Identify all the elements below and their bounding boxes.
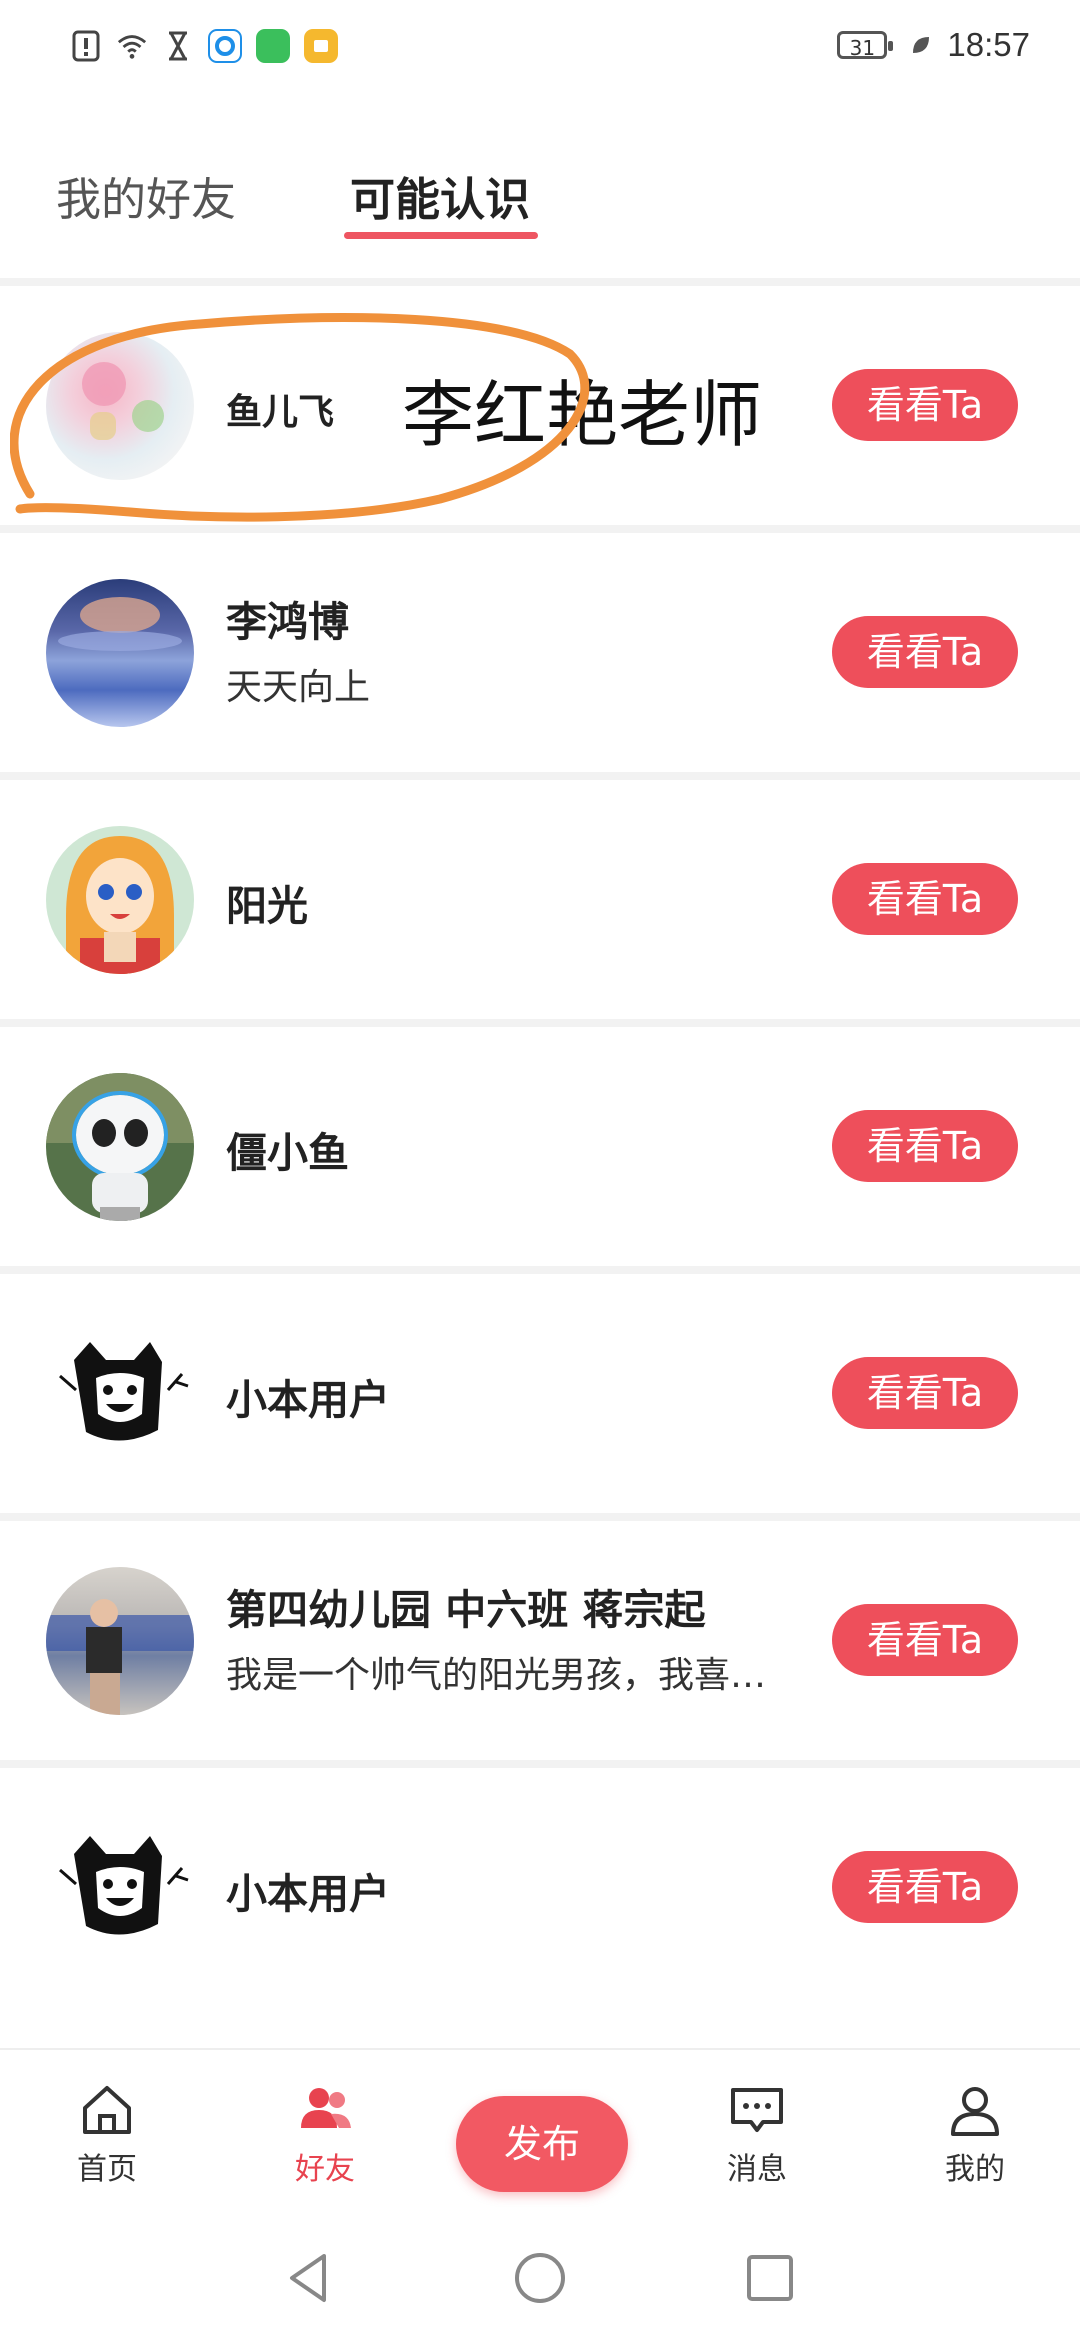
back-icon[interactable]	[280, 2248, 340, 2308]
message-icon	[731, 2088, 783, 2132]
list-item[interactable]: 僵小鱼 看看Ta	[0, 1019, 1080, 1266]
view-profile-button[interactable]: 看看Ta	[832, 1357, 1018, 1429]
avatar[interactable]	[46, 1320, 194, 1468]
person-name: 李鸿博	[226, 598, 349, 646]
person-name: 小本用户	[226, 1376, 390, 1424]
person-signature: 天天向上	[226, 667, 371, 708]
hourglass-icon	[162, 30, 194, 62]
publish-button[interactable]: 发布	[456, 2096, 628, 2192]
system-nav-bar	[0, 2216, 1080, 2340]
avatar[interactable]	[46, 826, 194, 974]
nav-mine-label: 我的	[945, 2152, 1005, 2187]
nav-messages[interactable]: 消息	[692, 2080, 822, 2188]
person-signature: 我是一个帅气的阳光男孩，我喜…	[226, 1655, 767, 1696]
list-item[interactable]: 阳光 看看Ta	[0, 772, 1080, 1019]
list-item[interactable]: 小本用户 看看Ta	[0, 1760, 1080, 2007]
wifi-icon	[116, 30, 148, 62]
leaf-icon	[905, 29, 937, 61]
person-name: 僵小鱼	[226, 1129, 349, 1177]
clock: 18:57	[947, 26, 1030, 63]
view-profile-button[interactable]: 看看Ta	[832, 369, 1018, 441]
person-name: 第四幼儿园 中六班 蒋宗起	[226, 1586, 706, 1634]
avatar[interactable]	[46, 579, 194, 727]
list-item[interactable]: 小本用户 看看Ta	[0, 1266, 1080, 1513]
status-bar: 31 18:57	[0, 0, 1080, 90]
battery-icon: 31	[837, 31, 894, 60]
view-profile-button[interactable]: 看看Ta	[832, 863, 1018, 935]
alert-icon	[70, 30, 102, 62]
list-item[interactable]: 鱼儿飞 李红艳老师 看看Ta	[0, 278, 1080, 525]
person-name: 鱼儿飞	[226, 392, 335, 433]
view-profile-button[interactable]: 看看Ta	[832, 1851, 1018, 1923]
home-icon	[83, 2086, 131, 2134]
avatar[interactable]	[46, 1814, 194, 1962]
user-icon	[951, 2087, 999, 2136]
active-tab-indicator	[344, 232, 538, 239]
home-button-icon[interactable]	[510, 2248, 570, 2308]
nav-friends-label: 好友	[295, 2152, 355, 2187]
view-profile-button[interactable]: 看看Ta	[832, 1110, 1018, 1182]
list-item[interactable]: 李鸿博 天天向上 看看Ta	[0, 525, 1080, 772]
tab-my-friends[interactable]: 我的好友	[56, 170, 236, 230]
notes-app-icon	[304, 29, 338, 63]
view-profile-button[interactable]: 看看Ta	[832, 616, 1018, 688]
recents-icon[interactable]	[740, 2248, 800, 2308]
people-list: 鱼儿飞 李红艳老师 看看Ta 李鸿博 天天向上 看看Ta 阳光 看看Ta 僵小鱼…	[0, 278, 1080, 2007]
list-item[interactable]: 第四幼儿园 中六班 蒋宗起 我是一个帅气的阳光男孩，我喜… 看看Ta	[0, 1513, 1080, 1760]
browser-app-icon	[208, 29, 242, 63]
person-name: 小本用户	[226, 1870, 390, 1918]
friends-icon	[301, 2088, 351, 2128]
avatar[interactable]	[46, 1073, 194, 1221]
nav-mine[interactable]: 我的	[910, 2080, 1040, 2188]
status-right: 31 18:57	[837, 22, 1030, 68]
annotation-text: 李红艳老师	[402, 373, 763, 457]
avatar[interactable]	[46, 1567, 194, 1715]
bottom-nav: 首页 好友 发布 消息 我的	[0, 2048, 1080, 2218]
tab-may-know[interactable]: 可能认识	[350, 170, 530, 230]
nav-messages-label: 消息	[727, 2152, 787, 2187]
nav-home[interactable]: 首页	[42, 2080, 172, 2188]
person-name: 阳光	[226, 882, 308, 930]
nav-home-label: 首页	[77, 2152, 137, 2187]
tab-bar: 我的好友 可能认识	[0, 160, 1080, 240]
status-icons	[70, 24, 338, 68]
avatar[interactable]	[46, 332, 194, 480]
view-profile-button[interactable]: 看看Ta	[832, 1604, 1018, 1676]
kandian-app-icon	[256, 29, 290, 63]
nav-friends[interactable]: 好友	[260, 2080, 390, 2188]
